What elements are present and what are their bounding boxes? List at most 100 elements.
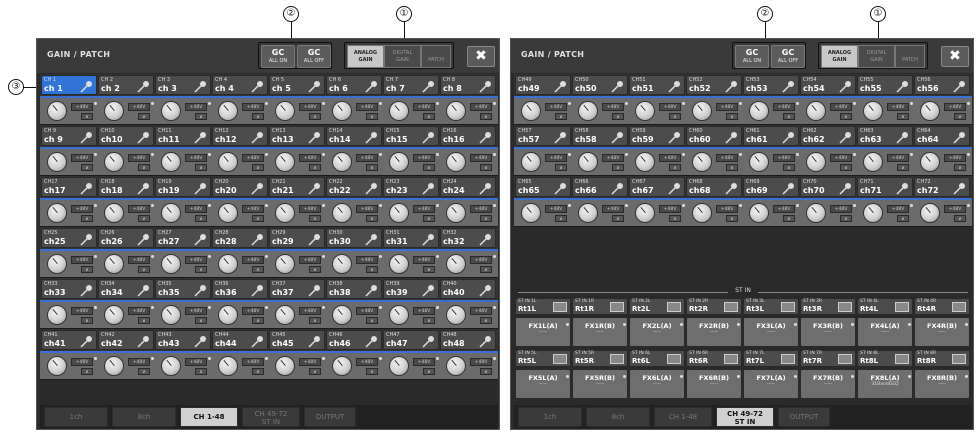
channel-select-button[interactable]: CH11 ch11 xyxy=(155,126,211,146)
channel-select-button[interactable]: CH62 ch62 xyxy=(800,126,856,146)
st-in-channel-button[interactable]: ST IN 7L Rt7L xyxy=(743,350,799,367)
channel-select-button[interactable]: CH71 ch71 xyxy=(857,177,913,197)
channel-select-button[interactable]: CH30 ch30 xyxy=(326,228,382,248)
phantom-power-button[interactable]: +48V xyxy=(71,103,93,111)
phase-button[interactable]: ø xyxy=(480,113,492,120)
phase-button[interactable]: ø xyxy=(366,266,378,273)
gain-knob[interactable] xyxy=(692,152,712,172)
channel-select-button[interactable]: CH72 ch72 xyxy=(914,177,970,197)
phantom-power-button[interactable]: +48V xyxy=(356,256,378,264)
channel-select-button[interactable]: CH65 ch65 xyxy=(515,177,571,197)
fx-return-button[interactable]: FX8R(B) ----- xyxy=(914,369,970,399)
phantom-power-button[interactable]: +48V xyxy=(470,154,492,162)
gain-knob[interactable] xyxy=(332,101,352,121)
phase-button[interactable]: ø xyxy=(669,215,681,222)
st-in-channel-button[interactable]: ST IN 1R Rt1R xyxy=(572,298,628,315)
phase-button[interactable]: ø xyxy=(195,368,207,375)
phantom-power-button[interactable]: +48V xyxy=(470,307,492,315)
phantom-power-button[interactable]: +48V xyxy=(470,358,492,366)
channel-select-button[interactable]: CH10 ch10 xyxy=(98,126,154,146)
phase-button[interactable]: ø xyxy=(726,113,738,120)
phase-button[interactable]: ø xyxy=(897,113,909,120)
phantom-power-button[interactable]: +48V xyxy=(71,256,93,264)
st-in-channel-button[interactable]: ST IN 4R Rt4R xyxy=(914,298,970,315)
gain-knob[interactable] xyxy=(332,356,352,376)
gain-knob[interactable] xyxy=(920,152,940,172)
phase-button[interactable]: ø xyxy=(840,215,852,222)
gain-knob[interactable] xyxy=(389,254,409,274)
gain-knob[interactable] xyxy=(104,203,124,223)
phantom-power-button[interactable]: +48V xyxy=(830,205,852,213)
phantom-power-button[interactable]: +48V xyxy=(185,103,207,111)
channel-select-button[interactable]: CH12 ch12 xyxy=(212,126,268,146)
phase-button[interactable]: ø xyxy=(138,113,150,120)
phase-button[interactable]: ø xyxy=(954,113,966,120)
phantom-power-button[interactable]: +48V xyxy=(773,103,795,111)
channel-select-button[interactable]: CH47 ch47 xyxy=(383,330,439,350)
tab-8ch[interactable]: 8ch xyxy=(586,407,650,427)
fx-return-button[interactable]: FX2L(A) ----- xyxy=(629,317,685,347)
gain-knob[interactable] xyxy=(104,356,124,376)
phase-button[interactable]: ø xyxy=(840,113,852,120)
gain-knob[interactable] xyxy=(389,203,409,223)
gain-knob[interactable] xyxy=(218,101,238,121)
st-in-channel-button[interactable]: ST IN 5R Rt5R xyxy=(572,350,628,367)
gain-knob[interactable] xyxy=(47,305,67,325)
phase-button[interactable]: ø xyxy=(138,164,150,171)
st-in-channel-button[interactable]: ST IN 8R Rt8R xyxy=(914,350,970,367)
channel-select-button[interactable]: CH21 ch21 xyxy=(269,177,325,197)
gain-knob[interactable] xyxy=(863,101,883,121)
channel-select-button[interactable]: CH68 ch68 xyxy=(686,177,742,197)
fx-return-button[interactable]: FX8L(A) 31BandGEQ xyxy=(857,369,913,399)
gain-knob[interactable] xyxy=(863,152,883,172)
channel-select-button[interactable]: CH42 ch42 xyxy=(98,330,154,350)
phase-button[interactable]: ø xyxy=(726,164,738,171)
phantom-power-button[interactable]: +48V xyxy=(185,205,207,213)
gain-knob[interactable] xyxy=(446,254,466,274)
fx-return-button[interactable]: FX7R(B) ----- xyxy=(800,369,856,399)
phantom-power-button[interactable]: +48V xyxy=(773,154,795,162)
channel-select-button[interactable]: CH 3 ch 3 xyxy=(155,75,211,95)
st-in-channel-button[interactable]: ST IN 5L Rt5L xyxy=(515,350,571,367)
channel-select-button[interactable]: CH67 ch67 xyxy=(629,177,685,197)
phantom-power-button[interactable]: +48V xyxy=(128,358,150,366)
gain-knob[interactable] xyxy=(47,101,67,121)
gain-knob[interactable] xyxy=(161,356,181,376)
gain-knob[interactable] xyxy=(275,203,295,223)
channel-select-button[interactable]: CH25 ch25 xyxy=(41,228,97,248)
phase-button[interactable]: ø xyxy=(480,266,492,273)
phase-button[interactable]: ø xyxy=(366,317,378,324)
phase-button[interactable]: ø xyxy=(480,317,492,324)
phase-button[interactable]: ø xyxy=(195,164,207,171)
fx-return-button[interactable]: FX5R(B) ----- xyxy=(572,369,628,399)
st-in-channel-button[interactable]: ST IN 8L Rt8L xyxy=(857,350,913,367)
phantom-power-button[interactable]: +48V xyxy=(413,205,435,213)
phase-button[interactable]: ø xyxy=(81,368,93,375)
tab-ch-49-72-st-in[interactable]: CH 49-72 ST IN xyxy=(716,407,774,427)
phase-button[interactable]: ø xyxy=(309,113,321,120)
channel-select-button[interactable]: CH50 ch50 xyxy=(572,75,628,95)
phase-button[interactable]: ø xyxy=(366,368,378,375)
phantom-power-button[interactable]: +48V xyxy=(356,103,378,111)
phantom-power-button[interactable]: +48V xyxy=(602,205,624,213)
phantom-power-button[interactable]: +48V xyxy=(830,154,852,162)
gain-knob[interactable] xyxy=(218,254,238,274)
phantom-power-button[interactable]: +48V xyxy=(773,205,795,213)
phase-button[interactable]: ø xyxy=(954,164,966,171)
st-in-channel-button[interactable]: ST IN 3L Rt3L xyxy=(743,298,799,315)
phase-button[interactable]: ø xyxy=(480,368,492,375)
phantom-power-button[interactable]: +48V xyxy=(413,307,435,315)
channel-select-button[interactable]: CH27 ch27 xyxy=(155,228,211,248)
phantom-power-button[interactable]: +48V xyxy=(299,154,321,162)
gain-knob[interactable] xyxy=(104,305,124,325)
phase-button[interactable]: ø xyxy=(612,215,624,222)
fx-return-button[interactable]: FX2R(B) ----- xyxy=(686,317,742,347)
phase-button[interactable]: ø xyxy=(252,368,264,375)
channel-select-button[interactable]: CH 7 ch 7 xyxy=(383,75,439,95)
gain-knob[interactable] xyxy=(806,203,826,223)
phase-button[interactable]: ø xyxy=(138,317,150,324)
phase-button[interactable]: ø xyxy=(897,164,909,171)
phase-button[interactable]: ø xyxy=(555,164,567,171)
phase-button[interactable]: ø xyxy=(423,317,435,324)
channel-select-button[interactable]: CH26 ch26 xyxy=(98,228,154,248)
